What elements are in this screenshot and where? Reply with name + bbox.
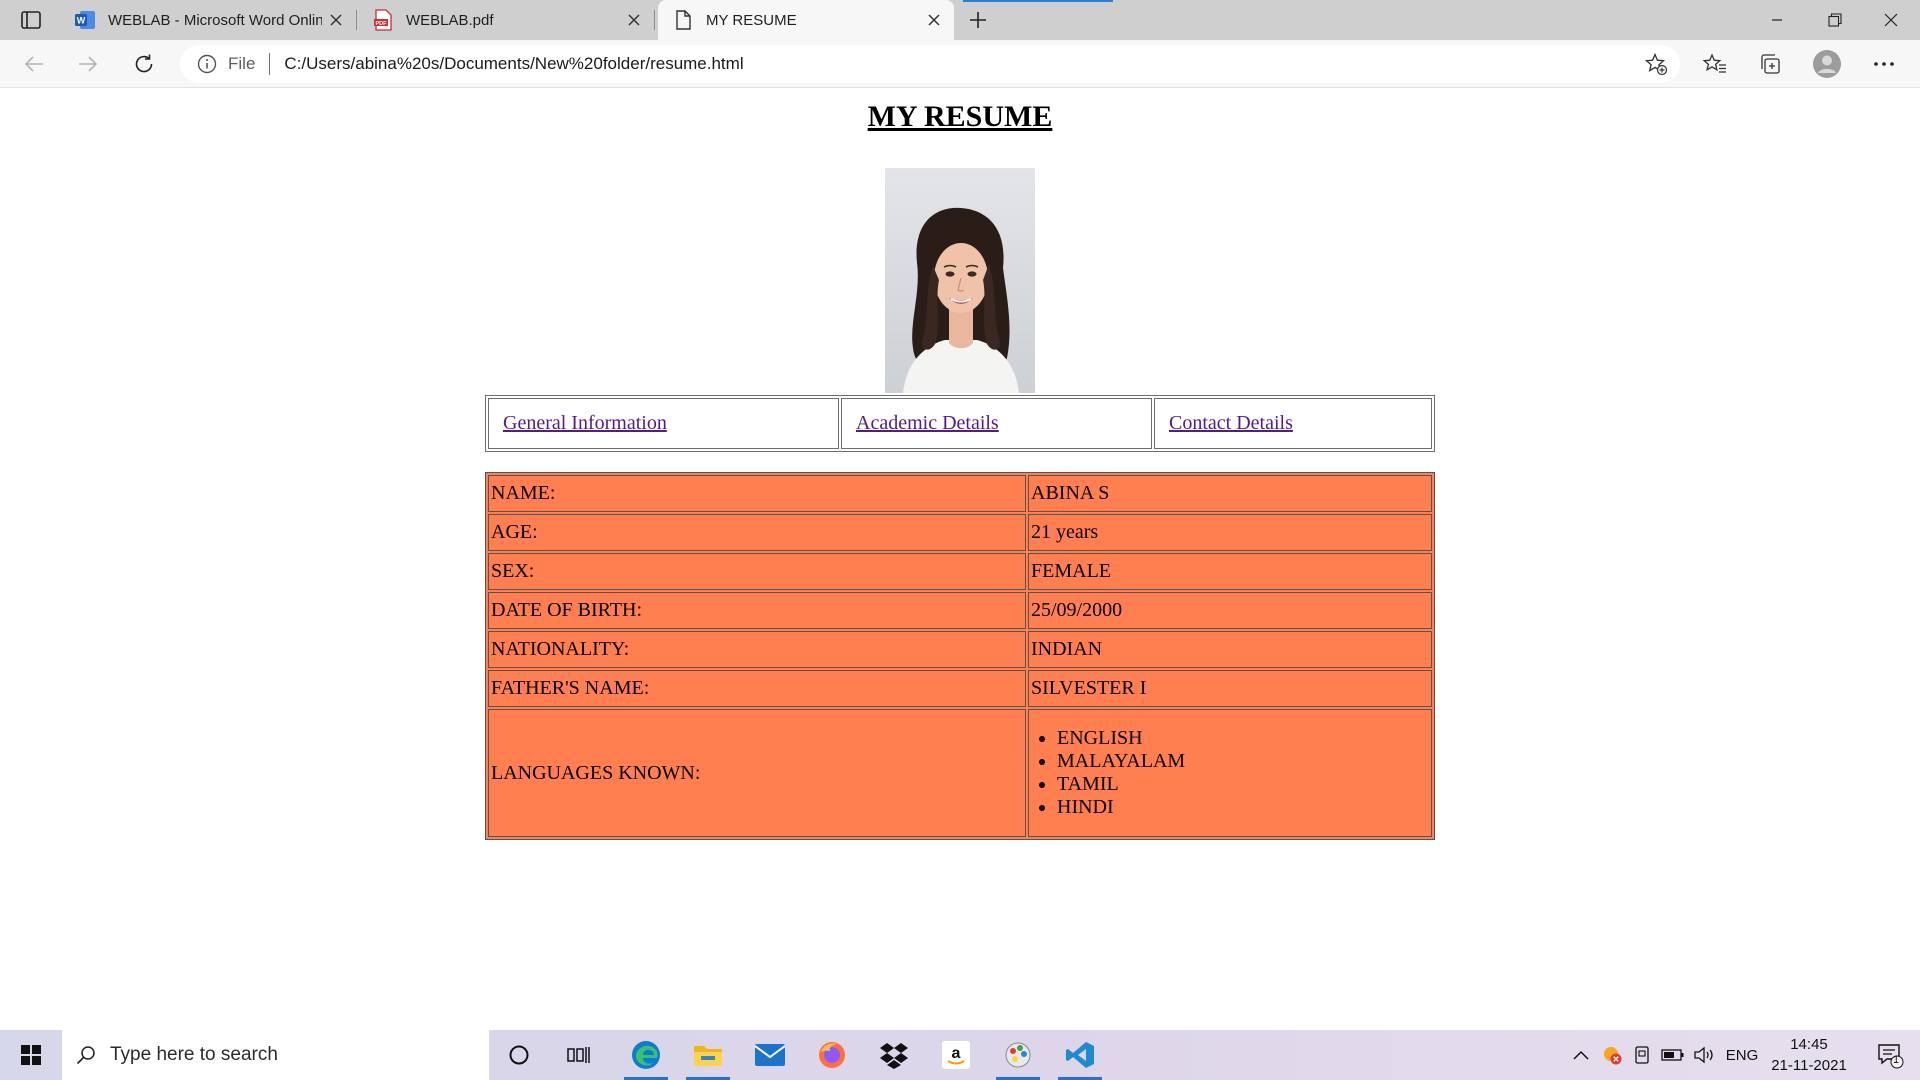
nav-cell: Academic Details (841, 398, 1152, 449)
scheme-label: File (228, 54, 256, 73)
minimize-button[interactable] (1748, 0, 1806, 40)
tab-actions-icon[interactable] (14, 6, 48, 34)
row-label: NAME: (488, 475, 1026, 512)
row-value: 25/09/2000 (1028, 592, 1432, 629)
table-row: DATE OF BIRTH: 25/09/2000 (488, 592, 1432, 629)
add-favorite-icon[interactable] (1642, 51, 1670, 77)
page-content: MY RESUME General Information Academic D… (0, 89, 1920, 1030)
tab-weblab-pdf[interactable]: PDF WEBLAB.pdf (358, 0, 655, 40)
notification-count-badge: 1 (1893, 1054, 1900, 1066)
tab-title: MY RESUME (706, 11, 797, 29)
page-icon (672, 9, 694, 31)
forward-button[interactable] (70, 48, 106, 80)
edge-taskbar-icon[interactable] (618, 1030, 674, 1080)
firefox-icon[interactable] (804, 1030, 860, 1080)
row-label: DATE OF BIRTH: (488, 592, 1026, 629)
start-button[interactable] (6, 1030, 56, 1080)
favorites-icon[interactable] (1697, 48, 1733, 80)
close-window-button[interactable] (1862, 0, 1920, 40)
row-label: NATIONALITY: (488, 631, 1026, 668)
nav-cell: Contact Details (1154, 398, 1432, 449)
battery-icon[interactable] (1658, 1030, 1688, 1080)
row-value: SILVESTER I (1028, 670, 1432, 707)
row-value: FEMALE (1028, 553, 1432, 590)
table-row: NATIONALITY: INDIAN (488, 631, 1432, 668)
contact-details-link[interactable]: Contact Details (1169, 412, 1293, 434)
search-placeholder: Type here to search (110, 1044, 278, 1065)
taskbar-search-box[interactable]: Type here to search (62, 1030, 489, 1080)
list-item: MALAYALAM (1057, 750, 1429, 773)
input-language[interactable]: ENG (1722, 1030, 1762, 1080)
tab-title: WEBLAB.pdf (406, 11, 494, 29)
nav-cell: General Information (488, 398, 839, 449)
list-item: HINDI (1057, 796, 1429, 819)
table-row: SEX: FEMALE (488, 553, 1432, 590)
list-item: ENGLISH (1057, 727, 1429, 750)
table-row: NAME: ABINA S (488, 475, 1432, 512)
browser-tab-strip: W WEBLAB - Microsoft Word Online PDF WEB… (0, 0, 1920, 40)
paint-app-icon[interactable] (990, 1030, 1046, 1080)
general-info-table: NAME: ABINA S AGE: 21 years SEX: FEMALE … (485, 472, 1435, 840)
taskbar-clock[interactable]: 14:45 21-11-2021 (1764, 1034, 1854, 1076)
settings-more-icon[interactable] (1866, 48, 1902, 80)
word-icon: W (74, 9, 96, 31)
pdf-icon: PDF (372, 9, 394, 31)
vscode-icon[interactable] (1052, 1030, 1108, 1080)
row-value: 21 years (1028, 514, 1432, 551)
row-label: FATHER'S NAME: (488, 670, 1026, 707)
svg-text:PDF: PDF (376, 21, 388, 27)
refresh-button[interactable] (126, 48, 162, 80)
table-row: FATHER'S NAME: SILVESTER I (488, 670, 1432, 707)
new-tab-button[interactable] (962, 6, 994, 34)
row-value: ENGLISH MALAYALAM TAMIL HINDI (1028, 709, 1432, 837)
windows-taskbar: Type here to search a ENG 14:45 21-11-20… (0, 1030, 1920, 1080)
cortana-icon[interactable] (494, 1030, 544, 1080)
collections-icon[interactable] (1752, 48, 1788, 80)
show-hidden-icons-chevron-up-icon[interactable] (1568, 1030, 1594, 1080)
info-icon[interactable] (196, 53, 218, 75)
close-tab-icon[interactable] (920, 6, 948, 34)
clock-date: 21-11-2021 (1771, 1057, 1847, 1074)
profile-avatar-icon[interactable] (1809, 48, 1845, 80)
academic-details-link[interactable]: Academic Details (856, 412, 999, 434)
dropbox-icon[interactable] (866, 1030, 922, 1080)
amazon-icon[interactable]: a (928, 1030, 984, 1080)
search-icon (76, 1045, 96, 1065)
device-icon[interactable] (1628, 1030, 1656, 1080)
general-information-link[interactable]: General Information (503, 412, 667, 434)
table-row: LANGUAGES KNOWN: ENGLISH MALAYALAM TAMIL… (488, 709, 1432, 837)
close-tab-icon[interactable] (322, 6, 350, 34)
antivirus-alert-icon[interactable] (1598, 1030, 1626, 1080)
address-separator (269, 53, 271, 75)
row-label: AGE: (488, 514, 1026, 551)
list-item: TAMIL (1057, 773, 1429, 796)
volume-icon[interactable] (1690, 1030, 1720, 1080)
row-label: SEX: (488, 553, 1026, 590)
browser-toolbar: File C:/Users/abina%20s/Documents/New%20… (0, 40, 1920, 88)
row-value: ABINA S (1028, 475, 1432, 512)
table-row: AGE: 21 years (488, 514, 1432, 551)
url-text[interactable]: C:/Users/abina%20s/Documents/New%20folde… (284, 54, 743, 74)
close-tab-icon[interactable] (620, 6, 648, 34)
profile-photo (885, 168, 1035, 393)
task-view-icon[interactable] (554, 1030, 604, 1080)
mail-icon[interactable] (742, 1030, 798, 1080)
languages-list: ENGLISH MALAYALAM TAMIL HINDI (1031, 727, 1429, 819)
row-label: LANGUAGES KNOWN: (488, 709, 1026, 837)
file-explorer-icon[interactable] (680, 1030, 736, 1080)
row-value: INDIAN (1028, 631, 1432, 668)
tab-title: WEBLAB - Microsoft Word Online (108, 11, 322, 29)
tab-weblab-word[interactable]: W WEBLAB - Microsoft Word Online (60, 0, 357, 40)
svg-text:a: a (952, 1045, 961, 1062)
section-nav-table: General Information Academic Details Con… (485, 395, 1435, 452)
action-center-button[interactable]: 1 (1866, 1030, 1914, 1080)
svg-text:W: W (77, 16, 86, 26)
tab-my-resume[interactable]: MY RESUME (658, 0, 1113, 40)
back-button[interactable] (16, 48, 52, 80)
address-bar[interactable]: File C:/Users/abina%20s/Documents/New%20… (180, 45, 1680, 83)
page-title: MY RESUME (867, 100, 1053, 133)
clock-time: 14:45 (1790, 1036, 1828, 1053)
restore-button[interactable] (1806, 0, 1864, 40)
language-indicator: ENG (1725, 1046, 1759, 1064)
